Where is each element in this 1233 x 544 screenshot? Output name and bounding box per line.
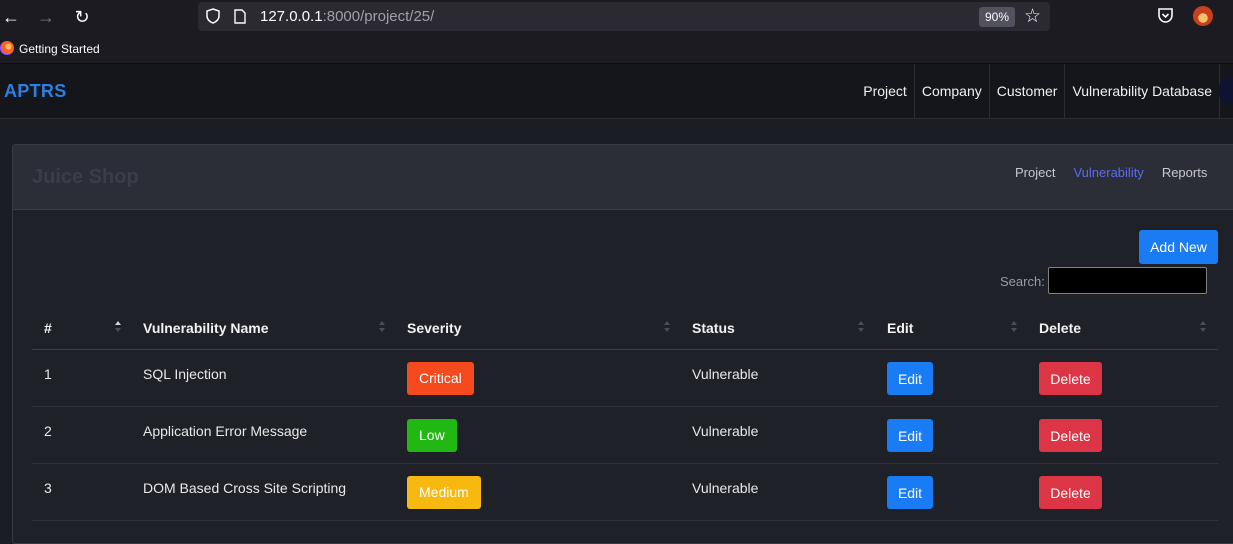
status-text: Vulnerable [692, 480, 759, 496]
zoom-badge[interactable]: 90% [979, 7, 1016, 27]
tab-vulnerability[interactable]: Vulnerability [1073, 165, 1143, 180]
severity-badge: Low [407, 419, 457, 452]
edit-button[interactable]: Edit [887, 476, 933, 509]
bookmark-getting-started[interactable]: Getting Started [19, 42, 100, 56]
delete-button[interactable]: Delete [1039, 476, 1102, 509]
firefox-icon [0, 41, 14, 55]
nav-links: Project Company Customer Vulnerability D… [856, 64, 1220, 118]
row-number: 3 [44, 480, 52, 496]
app-navbar: APTRS Project Company Customer Vulnerabi… [0, 64, 1233, 119]
table-row: 2 Application Error Message Low Vulnerab… [32, 407, 1218, 464]
table-header: # Vulnerability Name Severity Status Edi… [32, 308, 1218, 350]
vulnerability-name[interactable]: Application Error Message [143, 423, 307, 439]
card-tabs: Project Vulnerability Reports [1015, 165, 1207, 180]
delete-button[interactable]: Delete [1039, 419, 1102, 452]
address-bar[interactable]: 127.0.0.1:8000/project/25/ 90% ☆ [198, 2, 1050, 31]
column-header-severity[interactable]: Severity [407, 320, 461, 336]
url-text[interactable]: 127.0.0.1:8000/project/25/ [260, 8, 434, 25]
reload-icon[interactable]: ↻ [71, 6, 93, 28]
vulnerability-name[interactable]: SQL Injection [143, 366, 227, 382]
forward-arrow-icon[interactable]: → [35, 6, 57, 28]
pocket-icon[interactable] [1157, 7, 1174, 24]
table-row: 3 DOM Based Cross Site Scripting Medium … [32, 464, 1218, 521]
delete-button[interactable]: Delete [1039, 362, 1102, 395]
project-card: Juice Shop Project Vulnerability Reports… [12, 144, 1233, 544]
nav-link-company[interactable]: Company [915, 64, 990, 118]
card-header: Juice Shop Project Vulnerability Reports [13, 145, 1233, 210]
vulnerability-table: # Vulnerability Name Severity Status Edi… [32, 308, 1218, 521]
nav-link-customer[interactable]: Customer [990, 64, 1066, 118]
shield-icon[interactable] [206, 8, 220, 24]
severity-badge: Critical [407, 362, 474, 395]
row-number: 1 [44, 366, 52, 382]
status-text: Vulnerable [692, 366, 759, 382]
column-header-number[interactable]: # [44, 320, 52, 336]
sort-icon[interactable] [379, 320, 385, 334]
column-header-name[interactable]: Vulnerability Name [143, 320, 269, 336]
column-header-delete[interactable]: Delete [1039, 320, 1081, 336]
status-text: Vulnerable [692, 423, 759, 439]
search-input[interactable] [1048, 267, 1207, 294]
sort-icon[interactable] [1200, 320, 1206, 334]
browser-toolbar: ← → ↻ 127.0.0.1:8000/project/25/ 90% ☆ [0, 0, 1233, 34]
page-icon[interactable] [234, 9, 246, 24]
column-header-edit[interactable]: Edit [887, 320, 913, 336]
sort-icon[interactable] [664, 320, 670, 334]
extension-fox-icon[interactable] [1193, 6, 1213, 26]
severity-badge: Medium [407, 476, 481, 509]
edit-button[interactable]: Edit [887, 419, 933, 452]
table-row: 1 SQL Injection Critical Vulnerable Edit… [32, 350, 1218, 407]
column-header-status[interactable]: Status [692, 320, 735, 336]
nav-link-project[interactable]: Project [856, 64, 915, 118]
add-new-button[interactable]: Add New [1139, 230, 1218, 264]
row-number: 2 [44, 423, 52, 439]
sort-icon[interactable] [858, 320, 864, 334]
nav-link-vulnerability-database[interactable]: Vulnerability Database [1065, 64, 1220, 118]
search-label: Search: [1000, 274, 1045, 289]
brand-logo[interactable]: APTRS [4, 81, 67, 102]
sort-icon[interactable] [1011, 320, 1017, 334]
back-arrow-icon[interactable]: ← [0, 6, 22, 28]
project-title: Juice Shop [32, 166, 139, 188]
url-host: 127.0.0.1 [260, 8, 323, 25]
bookmarks-bar: Getting Started [0, 34, 1233, 64]
url-path: :8000/project/25/ [322, 8, 435, 25]
tab-project[interactable]: Project [1015, 165, 1055, 180]
sort-asc-icon[interactable] [115, 320, 121, 334]
bookmark-star-icon[interactable]: ☆ [1024, 5, 1041, 28]
user-avatar[interactable] [1219, 78, 1233, 104]
edit-button[interactable]: Edit [887, 362, 933, 395]
tab-reports[interactable]: Reports [1162, 165, 1208, 180]
vulnerability-name[interactable]: DOM Based Cross Site Scripting [143, 480, 346, 496]
